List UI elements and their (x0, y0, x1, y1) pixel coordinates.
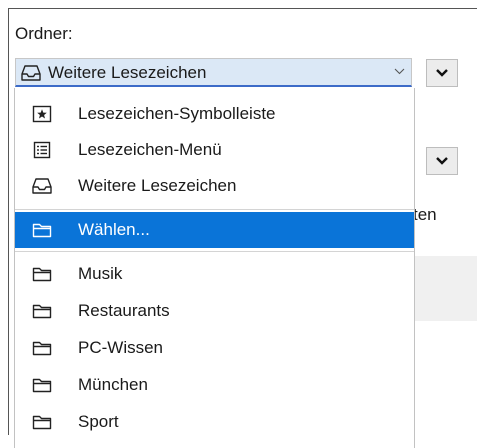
folder-icon (32, 415, 52, 430)
folder-icon (32, 223, 52, 238)
dialog-footer (413, 256, 477, 321)
panel-border-left (8, 8, 9, 435)
folder-icon (32, 378, 52, 393)
folder-select-value: Weitere Lesezeichen (48, 63, 207, 82)
folder-icon (32, 304, 52, 319)
folder-dropdown-list[interactable]: Lesezeichen-Symbolleiste Lesezeichen-Men… (14, 88, 415, 448)
folder-icon (32, 341, 52, 356)
chevron-down-icon (394, 68, 405, 75)
chevron-down-icon (436, 157, 448, 165)
menu-separator (15, 209, 414, 210)
panel-border-top (8, 8, 477, 9)
menu-item-folder-pc-wissen[interactable]: PC-Wissen (15, 330, 414, 366)
list-icon (33, 141, 51, 159)
inbox-tray-icon (21, 65, 41, 81)
menu-item-folder-restaurants[interactable]: Restaurants (15, 293, 414, 329)
menu-item-folder-musik[interactable]: Musik (15, 256, 414, 292)
menu-separator (15, 251, 414, 252)
folder-select[interactable]: Weitere Lesezeichen (15, 58, 412, 87)
chevron-down-icon (436, 69, 448, 77)
folder-icon (32, 267, 52, 282)
tags-dropdown-button[interactable] (426, 147, 458, 175)
menu-item-choose[interactable]: Wählen... (15, 212, 414, 248)
folder-label: Ordner: (15, 24, 73, 43)
menu-item-folder-muenchen[interactable]: München (15, 367, 414, 403)
obscured-label: ten (413, 205, 437, 224)
expand-button[interactable] (426, 59, 458, 87)
menu-item-other-bookmarks[interactable]: Weitere Lesezeichen (15, 168, 414, 204)
menu-item-bookmarks-toolbar[interactable]: Lesezeichen-Symbolleiste (15, 96, 414, 132)
menu-item-bookmarks-menu[interactable]: Lesezeichen-Menü (15, 132, 414, 168)
bookmark-star-icon (32, 105, 52, 123)
inbox-tray-icon (32, 178, 52, 194)
